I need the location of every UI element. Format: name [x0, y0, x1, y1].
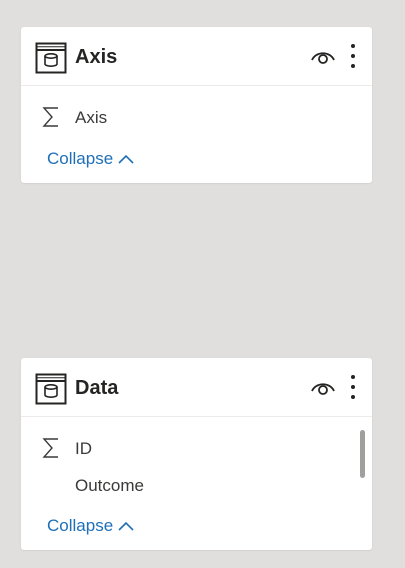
- more-options-icon[interactable]: [347, 43, 359, 69]
- collapse-link[interactable]: Collapse: [47, 516, 135, 536]
- eye-icon[interactable]: [310, 378, 336, 398]
- collapse-label: Collapse: [47, 149, 114, 168]
- field-row[interactable]: Outcome: [21, 467, 351, 503]
- collapse-link[interactable]: Collapse: [47, 149, 135, 169]
- card-title: Data: [75, 377, 119, 399]
- sigma-icon: [42, 438, 58, 458]
- card-title: Axis: [75, 46, 118, 68]
- table-icon: [35, 42, 67, 74]
- field-row[interactable]: Axis: [21, 99, 351, 135]
- table-card-data: Data ID Outcome Collapse: [21, 358, 372, 550]
- table-card-axis: Axis Axis Collapse: [21, 27, 372, 183]
- field-row[interactable]: ID: [21, 430, 351, 466]
- field-label: ID: [75, 439, 92, 458]
- collapse-label: Collapse: [47, 516, 114, 535]
- chevron-up-icon: [118, 154, 134, 164]
- scrollbar-thumb[interactable]: [360, 430, 365, 478]
- card-header[interactable]: Data: [21, 358, 372, 417]
- chevron-up-icon: [118, 521, 134, 531]
- field-label: Axis: [75, 108, 108, 127]
- more-options-icon[interactable]: [347, 374, 359, 400]
- eye-icon[interactable]: [310, 47, 336, 67]
- sigma-icon: [42, 107, 58, 127]
- table-icon: [35, 373, 67, 405]
- card-header[interactable]: Axis: [21, 27, 372, 86]
- field-label: Outcome: [75, 476, 144, 495]
